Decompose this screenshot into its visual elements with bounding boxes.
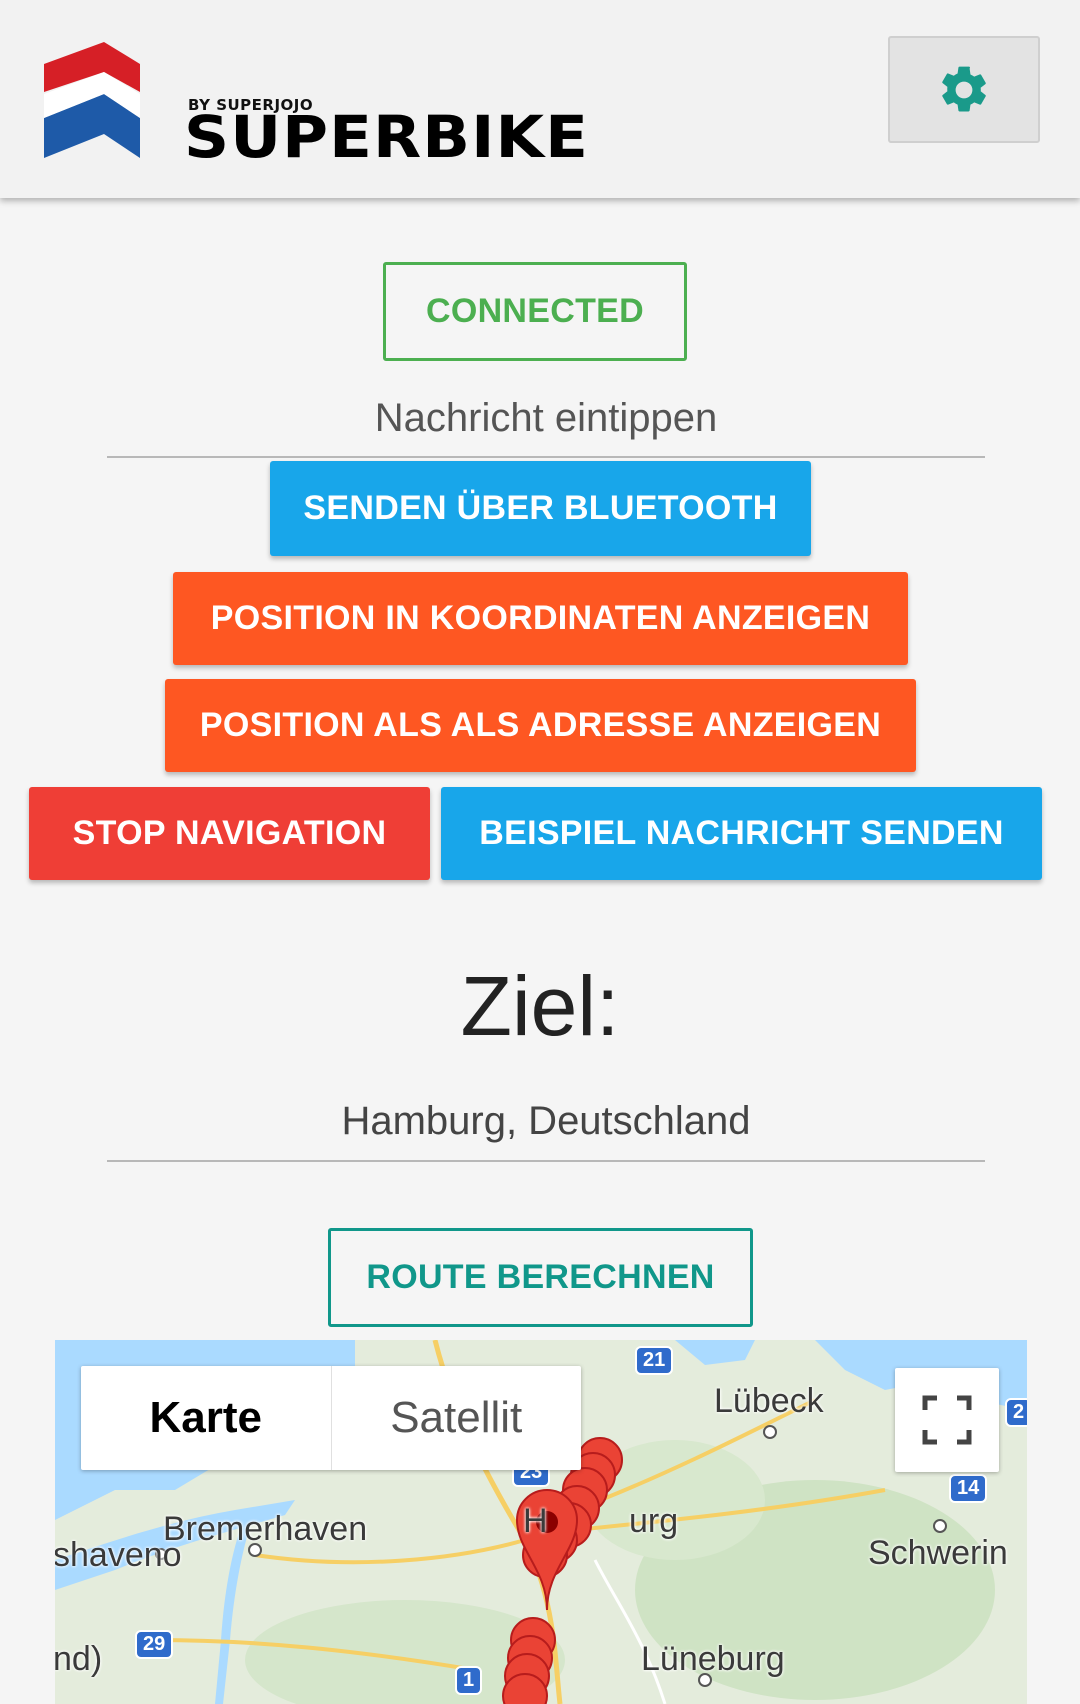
map-label-partial: nd) xyxy=(55,1640,103,1678)
map-label-hamburg-right: urg xyxy=(629,1502,679,1540)
superbike-logo: BY SUPERJOJO SUPERBIKE xyxy=(44,42,588,171)
route-shield: 21 xyxy=(635,1346,674,1375)
send-example-message-button[interactable]: BEISPIEL NACHRICHT SENDEN xyxy=(441,787,1042,880)
show-coordinates-button[interactable]: POSITION IN KOORDINATEN ANZEIGEN xyxy=(173,572,908,665)
route-shield: 14 xyxy=(949,1474,988,1503)
map-label-schwerin: Schwerin xyxy=(868,1534,1008,1572)
message-input[interactable]: Nachricht eintippen xyxy=(107,388,985,458)
map-tab-satellit[interactable]: Satellit xyxy=(332,1366,582,1470)
route-shield: 1 xyxy=(455,1666,483,1695)
map-label-bremerhaven: Bremerhaven xyxy=(163,1510,368,1548)
settings-button[interactable] xyxy=(888,36,1040,143)
gear-icon xyxy=(942,66,986,111)
map-view[interactable]: Lübeck Bremerhaven shaveno H urg Schweri… xyxy=(55,1340,1027,1704)
connection-status-button[interactable]: CONNECTED xyxy=(383,262,687,361)
map-label-luebeck: Lübeck xyxy=(714,1382,824,1420)
map-type-toggle: Karte Satellit xyxy=(81,1366,581,1470)
route-shield: 29 xyxy=(135,1630,174,1659)
show-address-button[interactable]: POSITION ALS ALS ADRESSE ANZEIGEN xyxy=(165,679,916,772)
fullscreen-button[interactable] xyxy=(895,1368,999,1472)
map-label-cuxhaven: shaveno xyxy=(55,1536,182,1574)
map-label-hamburg-left: H xyxy=(523,1502,548,1540)
destination-input[interactable]: Hamburg, Deutschland xyxy=(107,1090,985,1162)
map-tab-karte[interactable]: Karte xyxy=(81,1366,332,1470)
fullscreen-icon xyxy=(922,1395,972,1445)
destination-input-value: Hamburg, Deutschland xyxy=(341,1099,751,1143)
app-header: BY SUPERJOJO SUPERBIKE xyxy=(0,0,1080,198)
logo-wordmark: SUPERBIKE xyxy=(184,103,590,171)
send-bluetooth-button[interactable]: SENDEN ÜBER BLUETOOTH xyxy=(270,461,811,556)
calculate-route-button[interactable]: ROUTE BERECHNEN xyxy=(328,1228,753,1327)
stop-navigation-button[interactable]: STOP NAVIGATION xyxy=(29,787,430,880)
map-label-lueneburg: Lüneburg xyxy=(641,1640,785,1678)
message-input-placeholder: Nachricht eintippen xyxy=(374,396,718,440)
route-shield: 2 xyxy=(1005,1398,1027,1427)
destination-heading: Ziel: xyxy=(460,959,620,1053)
